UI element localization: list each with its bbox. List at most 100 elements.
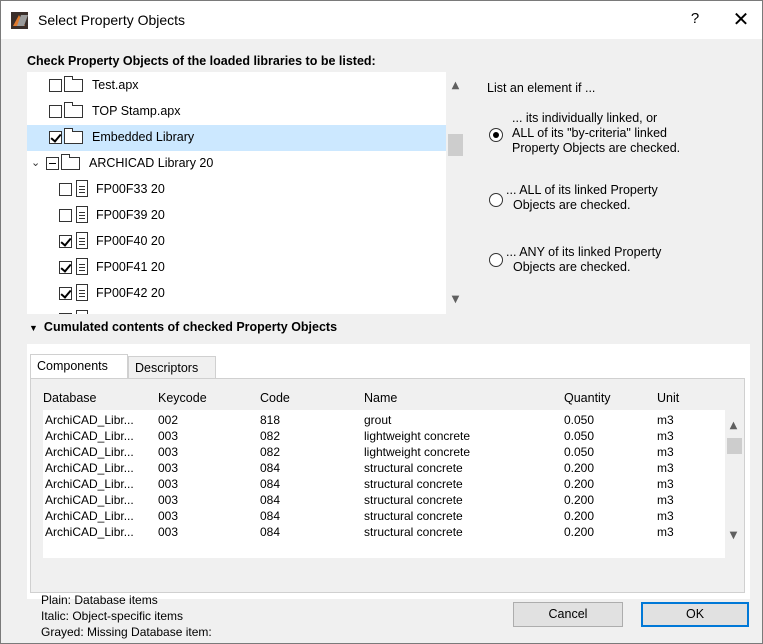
cell-database: ArchiCAD_Libr... [45, 429, 134, 443]
table-row[interactable]: ArchiCAD_Libr... 003 084 structural concret… [43, 508, 725, 524]
collapse-triangle-icon[interactable]: ▼ [29, 323, 38, 333]
column-header-database[interactable]: Database [43, 391, 97, 405]
tree-item[interactable]: ⌄ ARCHICAD Library 20 [27, 151, 447, 177]
tree-item-checkbox[interactable] [59, 209, 72, 222]
tree-item-checkbox[interactable] [49, 79, 62, 92]
expand-chevron-icon[interactable]: ⌄ [31, 157, 43, 169]
tree-item-checkbox[interactable] [59, 183, 72, 196]
radio-any-linked[interactable] [489, 253, 503, 267]
table-scroll-thumb[interactable] [727, 438, 742, 454]
cell-database: ArchiCAD_Libr... [45, 493, 134, 507]
cancel-button[interactable]: Cancel [513, 602, 623, 627]
column-header-quantity[interactable]: Quantity [564, 391, 611, 405]
table-row[interactable]: ArchiCAD_Libr... 003 084 structural concret… [43, 476, 725, 492]
radio-individually-linked[interactable] [489, 128, 503, 142]
tree-item-checkbox[interactable] [49, 131, 62, 144]
column-header-keycode[interactable]: Keycode [158, 391, 207, 405]
tree-item[interactable]: FP00F43 20 [27, 307, 447, 314]
help-button[interactable]: ? [681, 10, 709, 32]
cell-code: 084 [260, 493, 281, 507]
tree-item[interactable]: FP00F41 20 [27, 255, 447, 281]
option-text-line: ... its individually linked, or [512, 111, 658, 125]
tree-item[interactable]: FP00F33 20 [27, 177, 447, 203]
table-row[interactable]: ArchiCAD_Libr... 003 082 lightweight concre… [43, 444, 725, 460]
column-header-code[interactable]: Code [260, 391, 290, 405]
tree-item[interactable]: FP00F40 20 [27, 229, 447, 255]
cell-keycode: 003 [158, 525, 179, 539]
column-header-name[interactable]: Name [364, 391, 397, 405]
option-text-line: Objects are checked. [513, 260, 631, 274]
scroll-thumb[interactable] [448, 134, 463, 156]
cell-code: 084 [260, 509, 281, 523]
cell-keycode: 003 [158, 429, 179, 443]
cell-name: grout [364, 413, 392, 427]
tree-item-checkbox[interactable] [49, 105, 62, 118]
tab-descriptors[interactable]: Descriptors [128, 356, 216, 378]
libraries-header: Check Property Objects of the loaded lib… [27, 54, 376, 68]
radio-individually-linked-label[interactable]: ... its individually linked, or ALL of i… [512, 111, 680, 156]
document-icon [76, 310, 88, 314]
folder-icon [64, 76, 83, 92]
option-text-line: ... ALL of its linked Property [506, 183, 658, 197]
select-property-objects-dialog: Select Property Objects ? ✕ Check Proper… [0, 0, 763, 644]
table-row[interactable]: ArchiCAD_Libr... 003 082 lightweight concre… [43, 428, 725, 444]
tree-item[interactable]: FP00F42 20 [27, 281, 447, 307]
cell-unit: m3 [657, 477, 674, 491]
cell-code: 084 [260, 525, 281, 539]
radio-all-linked[interactable] [489, 193, 503, 207]
tree-item-checkbox[interactable] [59, 235, 72, 248]
table-scrollbar[interactable]: ▲ ▼ [725, 410, 742, 558]
tree-item[interactable]: FP00F39 20 [27, 203, 447, 229]
table-scroll-down-icon[interactable]: ▼ [725, 530, 742, 541]
cell-name: lightweight concrete [364, 445, 471, 459]
tree-item-checkbox[interactable] [59, 287, 72, 300]
cell-name: structural concrete [364, 509, 463, 523]
legend-plain: Plain: Database items [41, 593, 158, 607]
column-header-unit[interactable]: Unit [657, 391, 679, 405]
cell-quantity: 0.200 [564, 493, 595, 507]
table-row[interactable]: ArchiCAD_Libr... 003 084 structural concret… [43, 492, 725, 508]
cell-quantity: 0.200 [564, 477, 595, 491]
cell-quantity: 0.050 [564, 429, 595, 443]
table-row[interactable]: ArchiCAD_Libr... 003 084 structural concret… [43, 460, 725, 476]
tree-item[interactable]: Test.apx [27, 73, 447, 99]
option-text-line: ALL of its "by-criteria" linked [512, 126, 667, 140]
cell-database: ArchiCAD_Libr... [45, 413, 134, 427]
ok-button[interactable]: OK [641, 602, 749, 627]
cell-name: structural concrete [364, 525, 463, 539]
option-text-line: Objects are checked. [513, 198, 631, 212]
tree-scrollbar[interactable]: ▲ ▼ [446, 72, 465, 314]
components-table[interactable]: ArchiCAD_Libr... 002 818 grout 0.050 m3 ArchiC… [43, 410, 725, 558]
library-tree[interactable]: Test.apx TOP Stamp.apx Embedded Library ⌄ AR… [27, 72, 465, 314]
radio-all-linked-label[interactable]: ... ALL of its linked Property Objects a… [506, 183, 658, 213]
tree-item-label: Embedded Library [92, 130, 195, 144]
radio-any-linked-label[interactable]: ... ANY of its linked Property Objects a… [506, 245, 661, 275]
cell-database: ArchiCAD_Libr... [45, 477, 134, 491]
cell-database: ArchiCAD_Libr... [45, 525, 134, 539]
cell-quantity: 0.050 [564, 413, 595, 427]
list-options-title: List an element if ... [487, 81, 596, 95]
table-row[interactable]: ArchiCAD_Libr... 003 084 structural concret… [43, 524, 725, 540]
tree-item[interactable]: TOP Stamp.apx [27, 99, 447, 125]
option-text-line: ... ANY of its linked Property [506, 245, 662, 259]
tree-item-checkbox[interactable] [46, 157, 59, 170]
cell-code: 818 [260, 413, 281, 427]
table-row[interactable]: ArchiCAD_Libr... 002 818 grout 0.050 m3 [43, 412, 725, 428]
table-scroll-up-icon[interactable]: ▲ [725, 420, 742, 431]
document-icon [76, 180, 88, 197]
scroll-up-icon[interactable]: ▲ [447, 80, 464, 91]
dialog-body: Check Property Objects of the loaded lib… [1, 39, 762, 643]
tree-item-checkbox[interactable] [59, 313, 72, 314]
cell-quantity: 0.200 [564, 461, 595, 475]
cell-code: 084 [260, 477, 281, 491]
scroll-down-icon[interactable]: ▼ [447, 294, 464, 305]
contents-panel: Components Descriptors Database Keycode … [27, 344, 750, 599]
tree-item-checkbox[interactable] [59, 261, 72, 274]
close-icon[interactable]: ✕ [726, 7, 756, 33]
cumulated-contents-header[interactable]: ▼ Cumulated contents of checked Property … [29, 320, 337, 334]
tree-item[interactable]: Embedded Library [27, 125, 447, 151]
tab-components[interactable]: Components [30, 354, 128, 379]
cell-name: structural concrete [364, 461, 463, 475]
cell-keycode: 003 [158, 461, 179, 475]
cell-unit: m3 [657, 461, 674, 475]
